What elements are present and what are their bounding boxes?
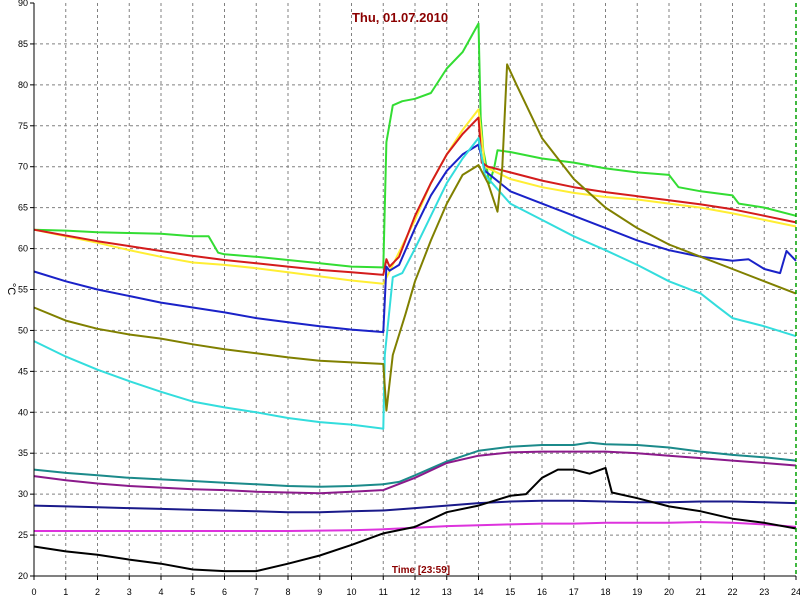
x-tick-label: 14 [473, 587, 483, 597]
x-tick-label: 4 [158, 587, 163, 597]
x-tick-label: 13 [442, 587, 452, 597]
x-tick-label: 6 [222, 587, 227, 597]
x-tick-label: 17 [569, 587, 579, 597]
y-tick-label: 45 [18, 366, 28, 376]
y-axis-label: °C [5, 283, 17, 295]
y-tick-label: 25 [18, 530, 28, 540]
x-tick-label: 16 [537, 587, 547, 597]
y-tick-label: 20 [18, 571, 28, 581]
x-tick-label: 9 [317, 587, 322, 597]
y-tick-label: 65 [18, 203, 28, 213]
y-tick-label: 40 [18, 407, 28, 417]
x-tick-label: 2 [95, 587, 100, 597]
x-tick-label: 22 [727, 587, 737, 597]
y-tick-label: 55 [18, 285, 28, 295]
y-tick-label: 60 [18, 244, 28, 254]
x-tick-label: 10 [346, 587, 356, 597]
x-tick-label: 8 [285, 587, 290, 597]
x-tick-label: 19 [632, 587, 642, 597]
x-tick-label: 21 [696, 587, 706, 597]
x-tick-label: 11 [379, 587, 388, 597]
y-tick-label: 30 [18, 489, 28, 499]
x-tick-label: 1 [63, 587, 68, 597]
x-tick-label: 23 [759, 587, 769, 597]
x-tick-label: 20 [664, 587, 674, 597]
temperature-chart: 0 1 2 3 4 5 6 7 8 9 10 11 12 13 14 15 16 17 18 19 20 21 22 23 24… [0, 0, 800, 600]
x-tick-label: 3 [127, 587, 132, 597]
x-axis-label: Time [23:59] [392, 565, 450, 576]
chart-title: Thu, 01.07.2010 [352, 10, 448, 25]
chart-svg: 0 1 2 3 4 5 6 7 8 9 10 11 12 13 14 15 16 17 18 19 20 21 22 23 24… [5, 0, 800, 597]
x-tick-label: 12 [410, 587, 420, 597]
y-tick-label: 50 [18, 325, 28, 335]
y-tick-label: 35 [18, 448, 28, 458]
y-tick-label: 80 [18, 80, 28, 90]
x-tick-label: 18 [600, 587, 610, 597]
x-tick-label: 0 [31, 587, 36, 597]
x-tick-label: 15 [505, 587, 515, 597]
y-tick-label: 90 [18, 0, 28, 8]
x-tick-label: 5 [190, 587, 195, 597]
y-tick-label: 75 [18, 121, 28, 131]
x-tick-label: 24 [791, 587, 800, 597]
y-tick-label: 85 [18, 39, 28, 49]
x-tick-label: 7 [254, 587, 259, 597]
y-tick-label: 70 [18, 162, 28, 172]
